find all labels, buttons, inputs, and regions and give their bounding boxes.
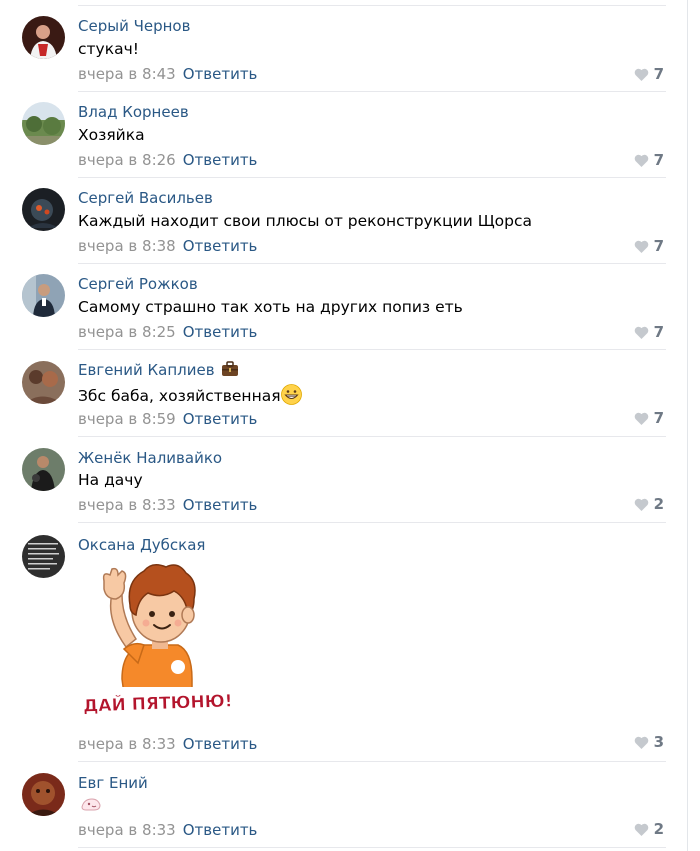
comment-date[interactable]: вчера в 8:33: [78, 821, 176, 839]
comment-author[interactable]: Оксана Дубская: [78, 535, 205, 555]
avatar[interactable]: [22, 16, 65, 59]
heart-icon: [634, 496, 649, 516]
heart-icon: [634, 66, 649, 86]
reply-button[interactable]: Ответить: [183, 410, 258, 428]
like-count: 7: [653, 409, 664, 427]
comment-date[interactable]: вчера в 8:33: [78, 496, 176, 514]
like-count: 7: [653, 65, 664, 83]
comment-meta: вчера в 8:43 Ответить: [78, 64, 257, 84]
comment-date[interactable]: вчера в 8:43: [78, 65, 176, 83]
divider: [78, 177, 666, 178]
like-button[interactable]: 7: [634, 236, 664, 258]
comment-text: Хозяйка: [78, 126, 145, 144]
like-button[interactable]: 7: [634, 64, 664, 86]
comment-author[interactable]: Евг Ений: [78, 773, 148, 793]
like-count: 2: [653, 820, 664, 838]
comment-author[interactable]: Женёк Наливайко: [78, 448, 222, 468]
comment-author[interactable]: Сергей Васильев: [78, 188, 213, 208]
avatar[interactable]: [22, 361, 65, 404]
heart-icon: [634, 410, 649, 430]
comment-meta: вчера в 8:33 Ответить: [78, 734, 257, 754]
comment-date[interactable]: вчера в 8:59: [78, 410, 176, 428]
comment-author[interactable]: Евгений Каплиев: [78, 360, 239, 382]
comment-meta: вчера в 8:25 Ответить: [78, 322, 257, 342]
divider: [78, 5, 666, 6]
comment-date[interactable]: вчера в 8:26: [78, 151, 176, 169]
like-button[interactable]: 2: [634, 494, 664, 516]
divider: [78, 436, 666, 437]
comment-meta: вчера в 8:33 Ответить: [78, 495, 257, 515]
comment-text: Самому страшно так хоть на других попиз …: [78, 298, 463, 316]
comment-date[interactable]: вчера в 8:25: [78, 323, 176, 341]
sticker[interactable]: ДАЙ ПЯТЮНЮ!: [82, 559, 238, 729]
avatar[interactable]: [22, 188, 65, 231]
heart-icon: [634, 324, 649, 344]
page-edge: [687, 0, 688, 851]
heart-icon: [634, 152, 649, 172]
divider: [78, 263, 666, 264]
like-button[interactable]: 7: [634, 408, 664, 430]
reply-button[interactable]: Ответить: [183, 237, 258, 255]
reply-button[interactable]: Ответить: [183, 735, 258, 753]
comment-text: Каждый находит свои плюсы от реконструкц…: [78, 212, 533, 230]
reply-button[interactable]: Ответить: [183, 821, 258, 839]
comment-author[interactable]: Сергей Рожков: [78, 274, 198, 294]
avatar[interactable]: [22, 535, 65, 578]
sticker[interactable]: [80, 795, 102, 817]
comment-author[interactable]: Влад Корнеев: [78, 102, 189, 122]
comment-meta: вчера в 8:38 Ответить: [78, 236, 257, 256]
heart-icon: [634, 238, 649, 258]
reply-button[interactable]: Ответить: [183, 323, 258, 341]
divider: [78, 91, 666, 92]
like-button[interactable]: 7: [634, 150, 664, 172]
comment-date[interactable]: вчера в 8:38: [78, 237, 176, 255]
like-count: 7: [653, 237, 664, 255]
like-count: 2: [653, 495, 664, 513]
avatar[interactable]: [22, 102, 65, 145]
comment-author[interactable]: Серый Чернов: [78, 16, 190, 36]
heart-icon: [634, 821, 649, 841]
comment-meta: вчера в 8:59 Ответить: [78, 409, 257, 429]
reply-button[interactable]: Ответить: [183, 151, 258, 169]
comment-date[interactable]: вчера в 8:33: [78, 735, 176, 753]
like-button[interactable]: 7: [634, 322, 664, 344]
reply-button[interactable]: Ответить: [183, 496, 258, 514]
avatar[interactable]: [22, 448, 65, 491]
divider: [78, 349, 666, 350]
divider: [78, 761, 666, 762]
comment-text: На дачу: [78, 471, 143, 489]
like-count: 3: [653, 733, 664, 751]
comment-text: стукач!: [78, 40, 139, 58]
like-count: 7: [653, 151, 664, 169]
comment-meta: вчера в 8:26 Ответить: [78, 150, 257, 170]
like-button[interactable]: 3: [634, 732, 664, 754]
divider: [78, 522, 666, 523]
comment-meta: вчера в 8:33 Ответить: [78, 820, 257, 840]
like-count: 7: [653, 323, 664, 341]
reply-button[interactable]: Ответить: [183, 65, 258, 83]
grinning-face-icon: [280, 384, 302, 410]
like-button[interactable]: 2: [634, 819, 664, 841]
avatar[interactable]: [22, 274, 65, 317]
heart-icon: [634, 734, 649, 754]
comment-text: Збс баба, хозяйственная: [78, 384, 302, 410]
divider: [78, 847, 666, 848]
briefcase-icon: [221, 361, 239, 382]
avatar[interactable]: [22, 773, 65, 816]
